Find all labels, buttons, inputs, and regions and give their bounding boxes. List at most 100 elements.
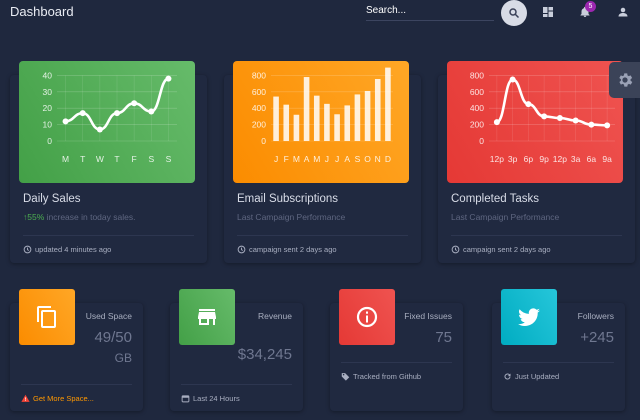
card-title: Completed Tasks bbox=[451, 193, 539, 205]
data-point bbox=[541, 113, 548, 120]
stat-icon-box bbox=[19, 289, 75, 345]
stat-label: Revenue bbox=[257, 311, 292, 321]
stat-footer: Get More Space... bbox=[21, 384, 132, 403]
stat-footer: Last 24 Hours bbox=[181, 384, 292, 403]
x-tick-label: S bbox=[166, 154, 172, 164]
stat-label: Fixed Issues bbox=[404, 311, 452, 321]
x-tick-label: T bbox=[114, 154, 119, 164]
data-point bbox=[493, 119, 500, 126]
bar bbox=[374, 79, 381, 141]
bar bbox=[364, 90, 371, 141]
daily-sales-svg: 010203040M T W T F S S bbox=[43, 70, 177, 164]
x-tick-label: S bbox=[148, 154, 154, 164]
x-tick-label: M bbox=[293, 154, 300, 164]
x-tick-label: M bbox=[62, 154, 69, 164]
fixed-issues-card: Fixed Issues 75 Tracked from Github bbox=[330, 289, 463, 411]
stat-label: Used Space bbox=[85, 311, 132, 321]
store-icon bbox=[198, 309, 216, 325]
search-button[interactable] bbox=[501, 0, 527, 26]
used-space-card: Used Space 49/50 GB Get More Space... bbox=[10, 289, 143, 411]
x-tick-label: 12p bbox=[553, 154, 567, 164]
x-tick-label: J bbox=[325, 154, 329, 164]
data-point bbox=[509, 76, 516, 83]
clock-icon bbox=[23, 245, 32, 254]
daily-sales-card: 0 10 20 30 40 M T W T F S S Daily Sales ↑55% increa… bbox=[10, 61, 207, 263]
x-tick-label: F bbox=[284, 154, 289, 164]
footer-text: Last 24 Hours bbox=[193, 394, 240, 403]
x-tick-label: A bbox=[344, 154, 350, 164]
stat-unit: GB bbox=[114, 351, 132, 365]
stat-footer: Just Updated bbox=[503, 362, 614, 381]
x-tick-label: J bbox=[274, 154, 278, 164]
data-point bbox=[131, 100, 138, 107]
email-subscriptions-card: 0 200 400 600 800 J F M A M J J A S O N D Email Subscrip… bbox=[224, 61, 421, 263]
card-subtitle: ↑55% increase in today sales. bbox=[23, 212, 135, 222]
data-point bbox=[604, 122, 611, 129]
bar bbox=[344, 105, 351, 141]
y-tick-label: 200 bbox=[252, 120, 266, 130]
x-tick-label: 9p bbox=[539, 154, 549, 164]
stat-label: Followers bbox=[577, 311, 614, 321]
y-tick-label: 10 bbox=[43, 120, 53, 130]
y-tick-label: 0 bbox=[479, 136, 484, 146]
stat-icon-box bbox=[339, 289, 395, 345]
bar bbox=[385, 67, 391, 141]
stat-icon-box bbox=[179, 289, 235, 345]
stat-value: 49/50 GB bbox=[94, 328, 132, 368]
stat-icon-box bbox=[501, 289, 557, 345]
data-point bbox=[62, 118, 69, 125]
tag-icon bbox=[341, 373, 350, 381]
clock-icon bbox=[451, 245, 460, 254]
info-icon bbox=[356, 306, 378, 328]
gear-icon bbox=[619, 73, 633, 87]
refresh-icon bbox=[504, 373, 511, 380]
card-footer: campaign sent 2 days ago bbox=[451, 235, 622, 254]
y-tick-label: 0 bbox=[261, 136, 266, 146]
stat-value: 75 bbox=[435, 329, 452, 346]
x-tick-label: W bbox=[96, 154, 104, 164]
calendar-icon bbox=[181, 395, 190, 403]
x-tick-label: 6p bbox=[524, 154, 534, 164]
footer-text: updated 4 minutes ago bbox=[35, 245, 112, 254]
card-title: Email Subscriptions bbox=[237, 193, 338, 205]
footer-text: campaign sent 2 days ago bbox=[249, 245, 337, 254]
card-footer: updated 4 minutes ago bbox=[23, 235, 194, 254]
increase-percent: 55% bbox=[27, 212, 45, 222]
followers-card: Followers +245 Just Updated bbox=[492, 289, 625, 411]
clock-icon bbox=[237, 245, 246, 254]
bar bbox=[293, 114, 300, 141]
content-copy-icon bbox=[37, 306, 56, 328]
settings-tab[interactable] bbox=[609, 62, 640, 98]
x-tick-label: T bbox=[80, 154, 85, 164]
y-tick-label: 30 bbox=[43, 87, 53, 97]
data-point bbox=[556, 115, 563, 122]
x-tick-label: F bbox=[132, 154, 137, 164]
y-tick-label: 600 bbox=[252, 87, 266, 97]
y-tick-label: 600 bbox=[470, 87, 484, 97]
y-tick-label: 0 bbox=[47, 136, 52, 146]
x-tick-label: 3p bbox=[508, 154, 518, 164]
get-more-space-link[interactable]: Get More Space... bbox=[33, 394, 94, 403]
x-tick-label: 3a bbox=[571, 154, 581, 164]
data-point bbox=[525, 101, 532, 108]
email-subscriptions-svg: 0200400600800J F M A M J J A S O N D bbox=[252, 67, 393, 164]
x-tick-label: J bbox=[335, 154, 339, 164]
dashboard-icon[interactable] bbox=[542, 6, 554, 18]
user-icon[interactable] bbox=[617, 6, 629, 18]
footer-text: Tracked from Github bbox=[353, 372, 422, 381]
page-title[interactable]: Dashboard bbox=[10, 4, 74, 19]
top-navbar: Dashboard Search... 5 bbox=[0, 0, 640, 26]
y-tick-label: 40 bbox=[43, 70, 53, 80]
data-point bbox=[148, 108, 155, 115]
data-point bbox=[572, 117, 579, 124]
bar bbox=[303, 77, 310, 141]
x-tick-label: 9a bbox=[602, 154, 612, 164]
data-point bbox=[96, 126, 103, 133]
stat-value: $34,245 bbox=[237, 346, 292, 363]
y-tick-label: 400 bbox=[252, 103, 266, 113]
search-input[interactable]: Search... bbox=[366, 3, 494, 21]
y-tick-label: 200 bbox=[470, 120, 484, 130]
x-tick-label: 6a bbox=[587, 154, 597, 164]
x-tick-label: D bbox=[385, 154, 391, 164]
daily-sales-chart: 0 10 20 30 40 M T W T F S S bbox=[19, 61, 195, 183]
